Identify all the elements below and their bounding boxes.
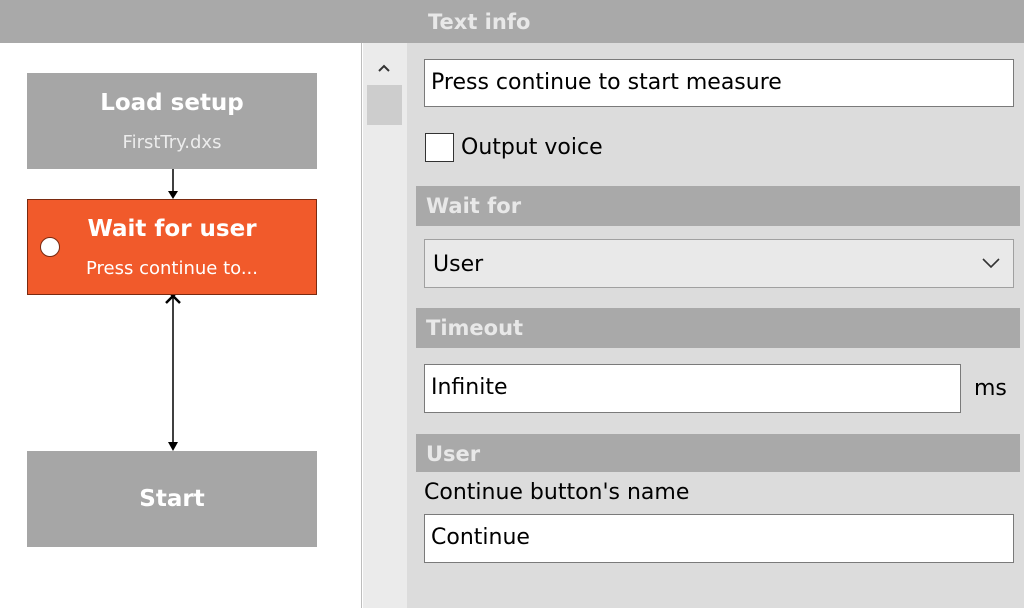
flow-node-load-setup[interactable]: Load setup FirstTry.dxs [27, 73, 317, 169]
node-title: Load setup [100, 90, 244, 116]
node-title: Wait for user [87, 216, 257, 242]
section-user: User [416, 434, 1020, 472]
node-subtitle: Press continue to... [85, 258, 258, 279]
node-title: Start [139, 486, 205, 512]
section-wait-for: Wait for [416, 186, 1020, 226]
continue-button-name-input[interactable]: Continue [424, 514, 1014, 563]
timeout-unit-label: ms [974, 376, 1007, 401]
flow-node-wait-for-user[interactable]: Wait for user Press continue to... [27, 199, 317, 295]
flow-node-start[interactable]: Start [27, 451, 317, 547]
output-voice-checkbox[interactable] [425, 133, 454, 162]
chevron-down-icon [982, 258, 1000, 269]
scrollbar-thumb[interactable] [367, 85, 402, 125]
section-title-user: User [426, 442, 481, 466]
wait-for-selected-value: User [433, 252, 484, 277]
node-subtitle: FirstTry.dxs [122, 132, 222, 153]
section-title-text-info: Text info [428, 10, 531, 34]
section-title-wait-for: Wait for [426, 194, 522, 218]
wait-for-select[interactable]: User [424, 239, 1014, 288]
scroll-up-button[interactable] [372, 58, 396, 78]
vertical-scrollbar[interactable] [363, 43, 407, 608]
continue-button-name-label: Continue button's name [424, 480, 690, 505]
output-voice-label[interactable]: Output voice [461, 136, 603, 160]
arrow-icon [168, 191, 178, 199]
chevron-up-icon [378, 64, 390, 72]
timeout-input[interactable]: Infinite [424, 364, 961, 413]
text-info-input[interactable]: Press continue to start measure [424, 59, 1014, 107]
section-timeout: Timeout [416, 308, 1020, 348]
arrow-icon [168, 442, 178, 451]
section-title-timeout: Timeout [426, 316, 524, 340]
